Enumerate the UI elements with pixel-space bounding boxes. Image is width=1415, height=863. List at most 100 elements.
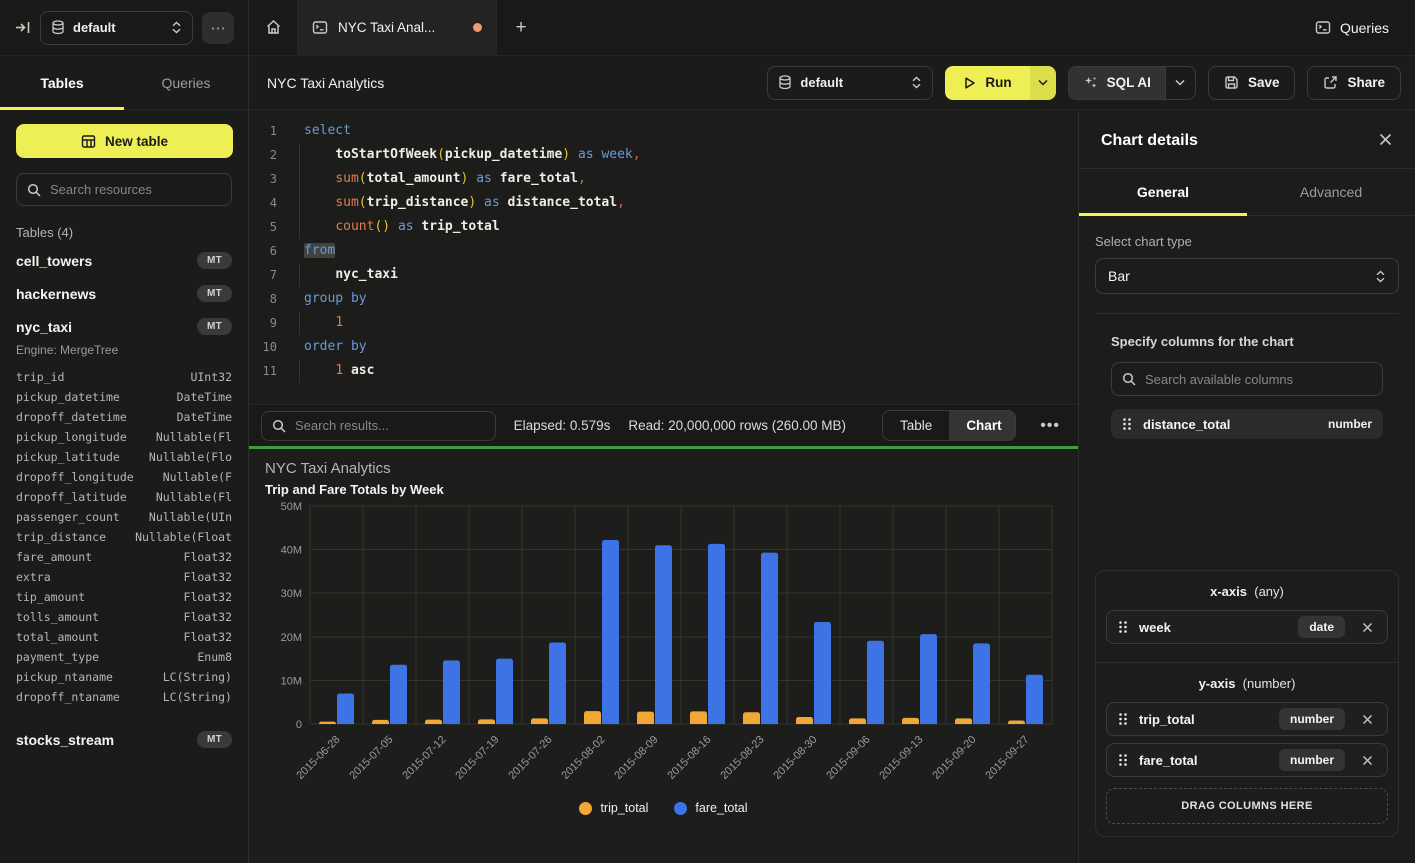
legend-item-fare_total[interactable]: fare_total bbox=[674, 801, 747, 815]
close-panel-button[interactable] bbox=[1378, 132, 1393, 150]
table-item-stocks_stream[interactable]: stocks_streamMT bbox=[0, 723, 248, 756]
column-row[interactable]: trip_idUInt32 bbox=[16, 367, 232, 387]
bar[interactable] bbox=[390, 665, 407, 724]
tab-general[interactable]: General bbox=[1079, 169, 1247, 215]
bar[interactable] bbox=[761, 553, 778, 724]
column-row[interactable]: pickup_datetimeDateTime bbox=[16, 387, 232, 407]
column-row[interactable]: extraFloat32 bbox=[16, 567, 232, 587]
column-row[interactable]: passenger_countNullable(UIn bbox=[16, 507, 232, 527]
remove-column-button[interactable] bbox=[1356, 712, 1379, 727]
table-view-button[interactable]: Table bbox=[883, 411, 949, 440]
remove-column-button[interactable] bbox=[1356, 620, 1379, 635]
bar[interactable] bbox=[655, 545, 672, 724]
sidebar-search-input[interactable] bbox=[50, 182, 226, 197]
new-table-label: New table bbox=[105, 134, 168, 149]
bar[interactable] bbox=[920, 634, 937, 724]
chart-type-select[interactable]: Bar bbox=[1095, 258, 1399, 294]
legend-item-trip_total[interactable]: trip_total bbox=[579, 801, 648, 815]
terminal-icon bbox=[312, 20, 328, 35]
column-row[interactable]: tip_amountFloat32 bbox=[16, 587, 232, 607]
bar[interactable] bbox=[602, 540, 619, 724]
column-row[interactable]: total_amountFloat32 bbox=[16, 627, 232, 647]
bar[interactable] bbox=[849, 718, 866, 724]
bar[interactable] bbox=[743, 712, 760, 724]
chart-details-tabs: General Advanced bbox=[1079, 169, 1415, 216]
query-tab[interactable]: NYC Taxi Anal... bbox=[297, 0, 497, 55]
bar[interactable] bbox=[549, 642, 566, 724]
bar[interactable] bbox=[637, 712, 654, 724]
column-row[interactable]: tolls_amountFloat32 bbox=[16, 607, 232, 627]
column-pill-trip_total[interactable]: trip_totalnumber bbox=[1106, 702, 1388, 736]
column-row[interactable]: pickup_latitudeNullable(Flo bbox=[16, 447, 232, 467]
bar[interactable] bbox=[319, 722, 336, 724]
new-table-button[interactable]: New table bbox=[16, 124, 233, 158]
sidebar-header: default ⋯ bbox=[0, 0, 248, 56]
column-pill-fare_total[interactable]: fare_totalnumber bbox=[1106, 743, 1388, 777]
chart-view-button[interactable]: Chart bbox=[949, 411, 1016, 440]
results-search-input[interactable] bbox=[295, 418, 485, 433]
column-row[interactable]: dropoff_latitudeNullable(Fl bbox=[16, 487, 232, 507]
run-options-button[interactable] bbox=[1030, 66, 1056, 100]
bar[interactable] bbox=[1026, 675, 1043, 724]
collapse-sidebar-button[interactable] bbox=[14, 19, 31, 36]
column-row[interactable]: dropoff_longitudeNullable(F bbox=[16, 467, 232, 487]
bar[interactable] bbox=[337, 693, 354, 724]
save-button[interactable]: Save bbox=[1208, 66, 1296, 100]
main-area: NYC Taxi Anal... + Queries NYC Taxi Anal… bbox=[249, 0, 1415, 863]
bar-chart[interactable]: 010M20M30M40M50M2015-06-282015-07-052015… bbox=[265, 497, 1062, 799]
column-row[interactable]: payment_typeEnum8 bbox=[16, 647, 232, 667]
sidebar-database-selector[interactable]: default bbox=[40, 11, 193, 45]
unsaved-dot bbox=[473, 23, 482, 32]
sidebar-tab-queries[interactable]: Queries bbox=[124, 56, 248, 109]
run-button[interactable]: Run bbox=[945, 66, 1029, 100]
available-column-distance_total[interactable]: distance_totalnumber bbox=[1111, 409, 1383, 439]
column-row[interactable]: pickup_longitudeNullable(Fl bbox=[16, 427, 232, 447]
new-tab-button[interactable]: + bbox=[497, 0, 545, 55]
bar[interactable] bbox=[425, 720, 442, 724]
bar[interactable] bbox=[902, 718, 919, 724]
bar[interactable] bbox=[867, 641, 884, 724]
bar[interactable] bbox=[796, 717, 813, 724]
sidebar-more-button[interactable]: ⋯ bbox=[202, 12, 234, 44]
sql-ai-options-button[interactable] bbox=[1165, 67, 1195, 99]
drop-zone[interactable]: DRAG COLUMNS HERE bbox=[1106, 788, 1388, 824]
column-row[interactable]: dropoff_ntanameLC(String) bbox=[16, 687, 232, 707]
table-item-cell_towers[interactable]: cell_towersMT bbox=[0, 244, 248, 277]
bar[interactable] bbox=[443, 660, 460, 724]
bar[interactable] bbox=[1008, 721, 1025, 724]
bar[interactable] bbox=[955, 718, 972, 724]
queries-link[interactable]: Queries bbox=[1315, 0, 1389, 55]
queries-link-label: Queries bbox=[1340, 20, 1389, 36]
queries-icon bbox=[1315, 20, 1331, 35]
bar[interactable] bbox=[814, 622, 831, 724]
toolbar-database-selector[interactable]: default bbox=[767, 66, 933, 100]
chart-title: NYC Taxi Analytics bbox=[265, 460, 1062, 477]
column-row[interactable]: pickup_ntanameLC(String) bbox=[16, 667, 232, 687]
bar[interactable] bbox=[531, 718, 548, 724]
svg-text:10M: 10M bbox=[281, 675, 302, 687]
bar[interactable] bbox=[584, 711, 601, 724]
sidebar-tab-tables[interactable]: Tables bbox=[0, 56, 124, 109]
bar[interactable] bbox=[708, 544, 725, 724]
pill-column-name: fare_total bbox=[1139, 753, 1268, 768]
sql-editor[interactable]: 1select2 toStartOfWeek(pickup_datetime) … bbox=[249, 110, 1078, 404]
remove-column-button[interactable] bbox=[1356, 753, 1379, 768]
column-row[interactable]: dropoff_datetimeDateTime bbox=[16, 407, 232, 427]
bar[interactable] bbox=[372, 720, 389, 724]
sql-ai-button[interactable]: SQL AI bbox=[1069, 67, 1165, 99]
table-item-hackernews[interactable]: hackernewsMT bbox=[0, 277, 248, 310]
bar[interactable] bbox=[973, 643, 990, 724]
tab-advanced[interactable]: Advanced bbox=[1247, 169, 1415, 215]
columns-search-input[interactable] bbox=[1145, 372, 1372, 387]
engine-badge: MT bbox=[197, 252, 232, 269]
column-pill-week[interactable]: weekdate bbox=[1106, 610, 1388, 644]
column-row[interactable]: trip_distanceNullable(Float bbox=[16, 527, 232, 547]
home-button[interactable] bbox=[249, 0, 297, 55]
bar[interactable] bbox=[478, 719, 495, 724]
column-row[interactable]: fare_amountFloat32 bbox=[16, 547, 232, 567]
results-more-button[interactable]: ••• bbox=[1034, 417, 1066, 435]
share-button[interactable]: Share bbox=[1307, 66, 1401, 100]
table-item-nyc_taxi[interactable]: nyc_taxiMT bbox=[0, 310, 248, 343]
bar[interactable] bbox=[690, 711, 707, 724]
bar[interactable] bbox=[496, 659, 513, 724]
